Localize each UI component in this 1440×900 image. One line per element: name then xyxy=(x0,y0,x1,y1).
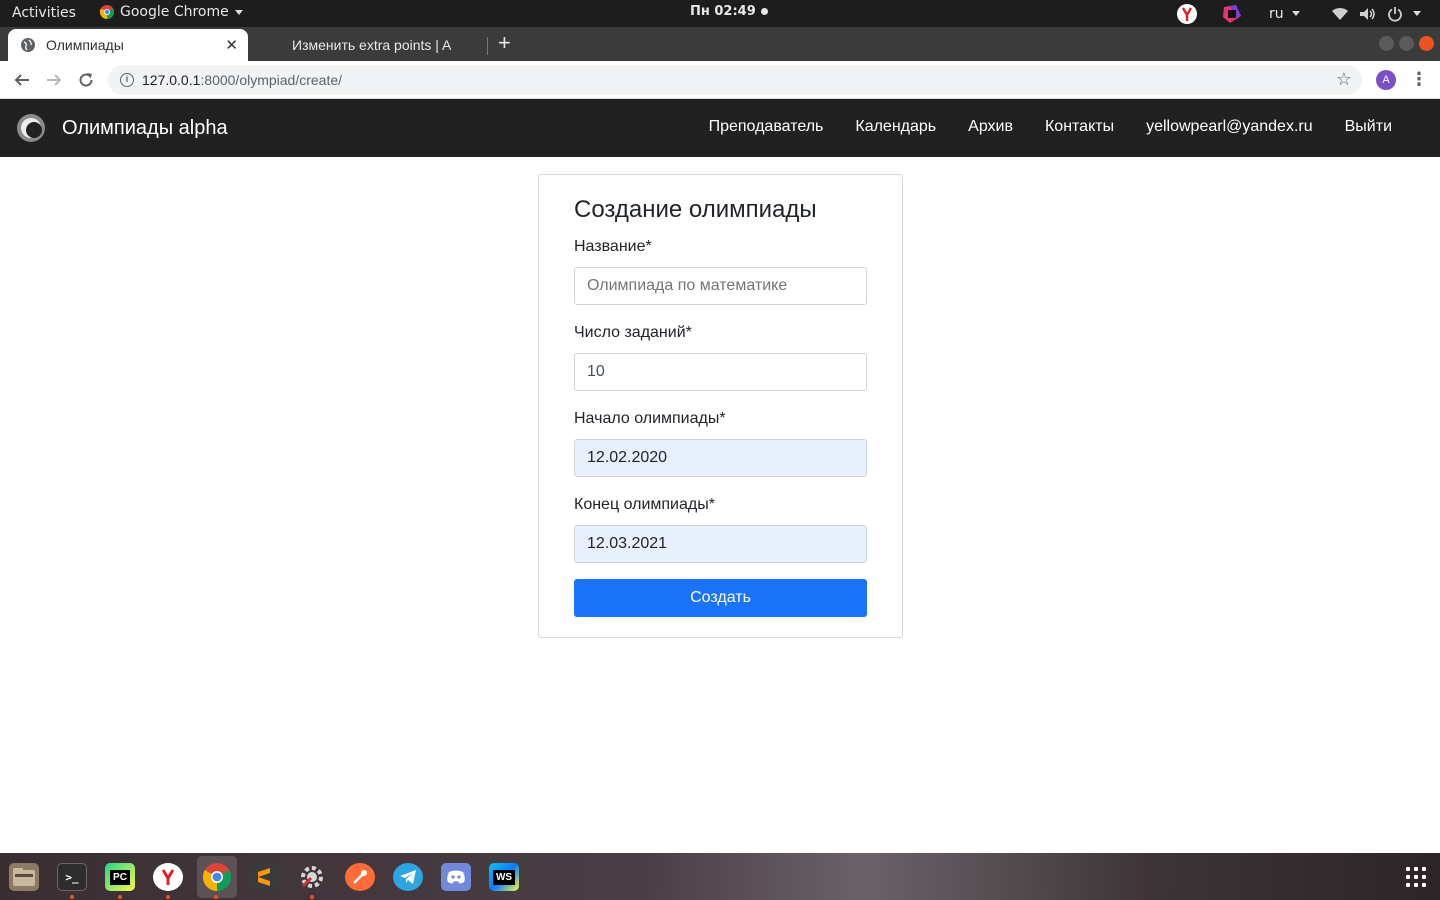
chevron-down-icon xyxy=(1291,11,1300,16)
more-menu-icon[interactable]: ⋮ xyxy=(1410,68,1428,90)
terminal-icon[interactable]: >_ xyxy=(57,863,87,891)
address-bar[interactable]: i 127.0.0.1:8000/olympiad/create/ ☆ xyxy=(108,65,1362,95)
settings-icon[interactable] xyxy=(297,863,327,891)
profile-avatar[interactable]: A xyxy=(1376,70,1396,90)
language-switcher[interactable]: ru xyxy=(1269,0,1300,27)
start-date-label: Начало олимпиады* xyxy=(574,410,726,427)
forward-button[interactable] xyxy=(43,69,65,91)
tab-edit-extra-points[interactable]: Изменить extra points | A xyxy=(256,29,486,61)
yandex-tray-icon[interactable] xyxy=(1176,0,1198,27)
back-button[interactable] xyxy=(11,69,33,91)
bookmark-star-icon[interactable]: ☆ xyxy=(1336,69,1352,90)
running-indicator xyxy=(70,895,74,899)
running-indicator xyxy=(310,895,314,899)
chevron-down-icon xyxy=(234,9,243,15)
site-logo-icon[interactable] xyxy=(16,113,46,143)
close-tab-icon[interactable]: ✕ xyxy=(225,36,238,54)
language-label: ru xyxy=(1269,5,1284,22)
power-icon xyxy=(1388,6,1402,22)
clock-label: Пн 02:49 xyxy=(690,4,756,19)
yandex-browser-icon[interactable] xyxy=(153,863,183,891)
start-date-input[interactable] xyxy=(574,439,867,477)
wifi-icon xyxy=(1332,7,1348,20)
close-window-button[interactable] xyxy=(1419,36,1434,51)
nav-calendar[interactable]: Календарь xyxy=(855,118,936,136)
browser-toolbar: i 127.0.0.1:8000/olympiad/create/ ☆ xyxy=(0,61,1440,99)
discord-icon[interactable] xyxy=(441,863,471,891)
webstorm-icon[interactable]: WS xyxy=(489,863,519,891)
sublime-icon[interactable] xyxy=(249,863,279,891)
end-date-input[interactable] xyxy=(574,525,867,563)
tab-olympiads[interactable]: Олимпиады ✕ xyxy=(8,29,248,61)
clock[interactable]: Пн 02:49 xyxy=(690,4,768,19)
app-menu-label: Google Chrome xyxy=(120,4,229,20)
running-indicator xyxy=(166,895,170,899)
tab-title: Изменить extra points | A xyxy=(292,37,452,53)
nav-teacher[interactable]: Преподаватель xyxy=(709,118,824,136)
nav-logout[interactable]: Выйти xyxy=(1345,118,1392,136)
postman-icon[interactable] xyxy=(345,863,375,891)
site-brand[interactable]: Олимпиады alpha xyxy=(62,117,228,140)
chrome-icon xyxy=(100,5,114,19)
dock: >_ PC WS xyxy=(0,853,1440,900)
end-date-label: Конец олимпиады* xyxy=(574,496,715,513)
telegram-icon[interactable] xyxy=(393,863,423,891)
url-host: 127.0.0.1 xyxy=(142,72,201,88)
jetbrains-toolbox-icon[interactable] xyxy=(1222,0,1242,27)
nav-user-email[interactable]: yellowpearl@yandex.ru xyxy=(1146,118,1313,136)
form-title: Создание олимпиады xyxy=(574,196,817,223)
system-menu[interactable] xyxy=(1331,0,1421,27)
create-button[interactable]: Создать xyxy=(574,579,867,617)
tab-divider xyxy=(487,37,488,55)
chevron-down-icon xyxy=(1413,11,1421,16)
arrow-left-icon xyxy=(14,74,29,86)
webstorm-label: WS xyxy=(492,869,516,885)
activities-button[interactable]: Activities xyxy=(12,5,76,21)
system-top-bar: Activities Google Chrome Пн 02:49 ru xyxy=(0,0,1440,27)
running-indicator xyxy=(118,895,122,899)
tasks-count-label: Число заданий* xyxy=(574,324,692,341)
tab-title: Олимпиады xyxy=(46,37,124,53)
url-text: 127.0.0.1:8000/olympiad/create/ xyxy=(142,72,342,88)
chrome-icon[interactable] xyxy=(197,856,237,898)
nav-archive[interactable]: Архив xyxy=(968,118,1013,136)
reload-icon xyxy=(79,73,93,87)
show-applications-icon[interactable] xyxy=(1406,867,1426,887)
running-indicator xyxy=(214,895,218,899)
app-menu[interactable]: Google Chrome xyxy=(100,4,243,20)
name-label: Название* xyxy=(574,238,652,255)
create-olympiad-card: Создание олимпиады Название* Число задан… xyxy=(538,174,903,638)
url-path: :8000/olympiad/create/ xyxy=(200,72,343,88)
nav-contacts[interactable]: Контакты xyxy=(1045,118,1114,136)
info-icon[interactable]: i xyxy=(120,73,134,87)
tasks-count-input[interactable] xyxy=(574,353,867,391)
pycharm-icon[interactable]: PC xyxy=(105,863,135,891)
site-navbar: Олимпиады alpha Преподаватель Календарь … xyxy=(0,99,1440,157)
tab-strip: Олимпиады ✕ Изменить extra points | A xyxy=(0,27,1440,61)
reload-button[interactable] xyxy=(75,69,97,91)
globe-icon xyxy=(21,38,35,52)
name-input[interactable] xyxy=(574,267,867,305)
pycharm-label: PC xyxy=(110,869,130,885)
notification-dot-icon xyxy=(760,8,768,15)
site-nav-links: Преподаватель Календарь Архив Контакты y… xyxy=(677,118,1392,136)
minimize-window-button[interactable] xyxy=(1379,36,1394,51)
new-tab-button[interactable]: + xyxy=(498,32,511,54)
arrow-right-icon xyxy=(47,74,62,86)
maximize-window-button[interactable] xyxy=(1399,36,1414,51)
files-icon[interactable] xyxy=(9,863,39,891)
volume-icon xyxy=(1360,7,1375,20)
